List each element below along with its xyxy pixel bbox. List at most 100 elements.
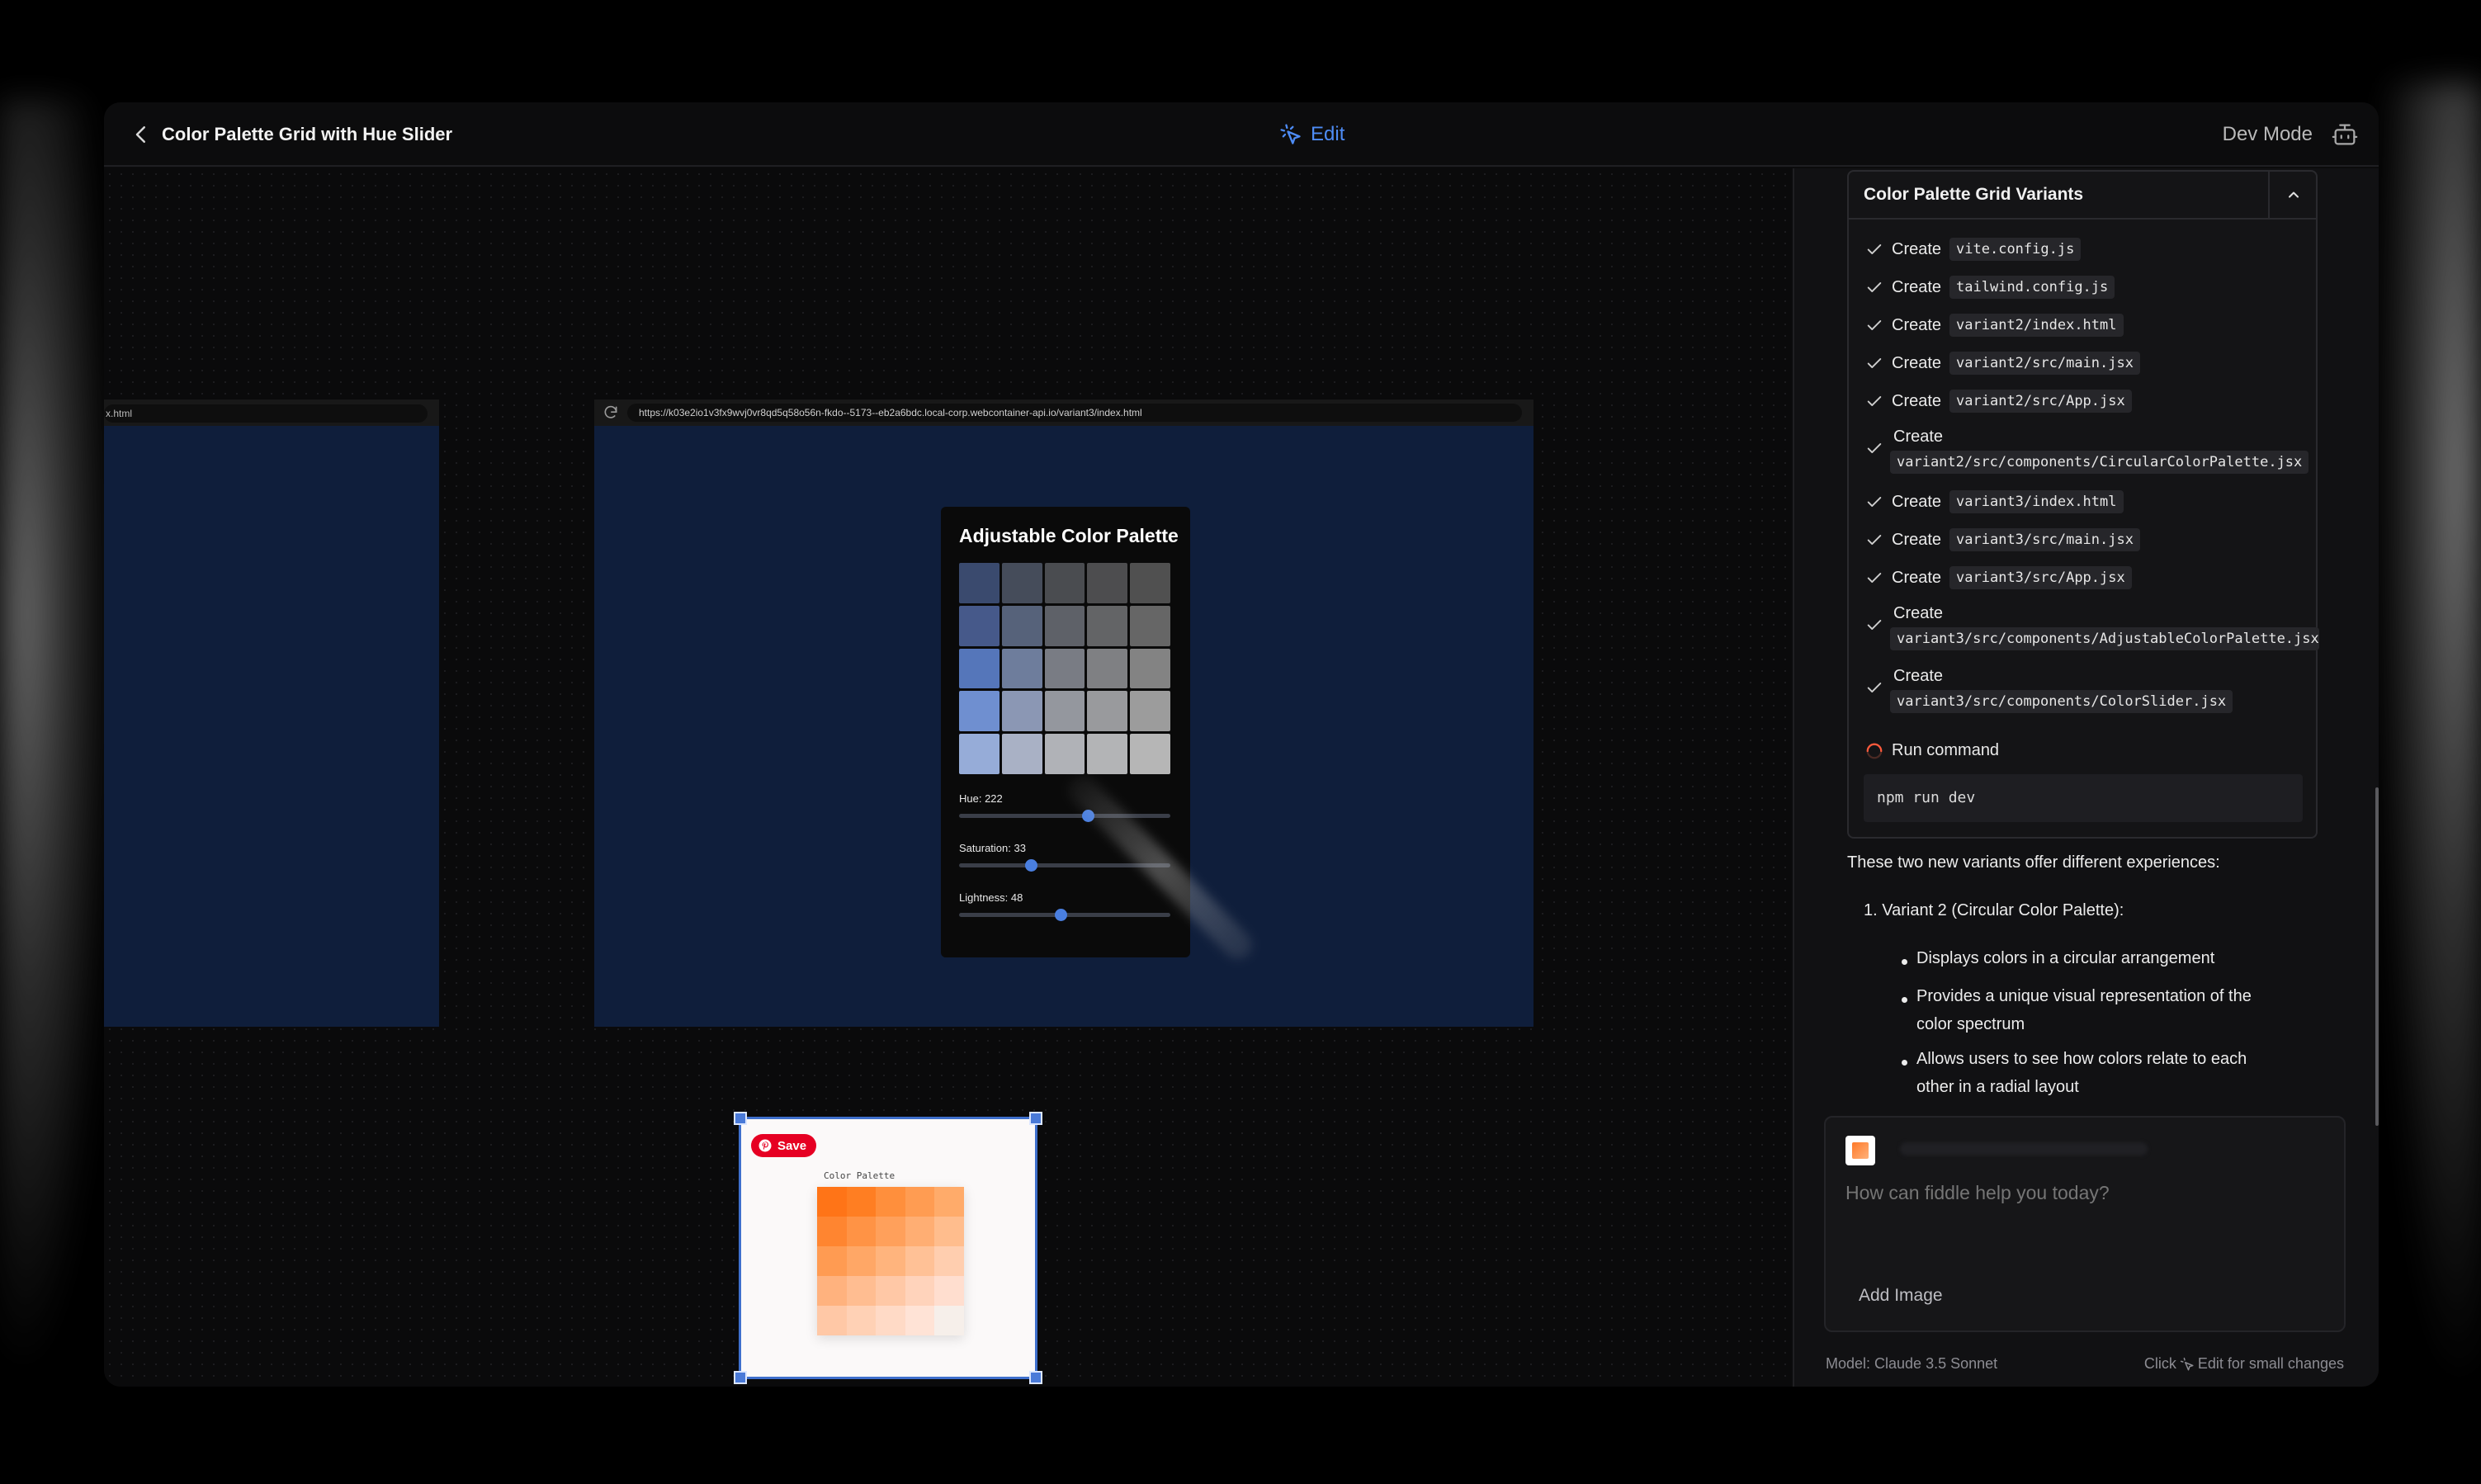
mini-color-swatch <box>934 1306 964 1335</box>
mini-palette-title: Color Palette <box>824 1170 896 1181</box>
mini-color-swatch <box>817 1187 847 1217</box>
check-icon <box>1867 573 1882 583</box>
color-swatch <box>1130 648 1170 689</box>
chat-panel: Color Palette Grid Variants Create vite.c… <box>1793 168 2379 1387</box>
url-field[interactable]: x.html <box>104 404 428 423</box>
step-file[interactable]: variant3/src/App.jsx <box>1949 566 2132 589</box>
resize-handle-top-left[interactable] <box>734 1112 747 1125</box>
panel-scrollbar[interactable] <box>2375 787 2379 1126</box>
color-swatch <box>1130 563 1170 603</box>
steps-header: Color Palette Grid Variants <box>1849 172 2316 220</box>
palette-title: Adjustable Color Palette <box>959 525 1179 546</box>
check-icon <box>1867 535 1882 545</box>
mini-color-swatch <box>846 1217 877 1246</box>
step-file[interactable]: variant3/src/components/ColorSlider.jsx <box>1890 690 2233 713</box>
mini-color-swatch <box>817 1246 847 1276</box>
preview-frame-variant-left[interactable]: x.html <box>104 399 439 1027</box>
step-file[interactable]: variant2/index.html <box>1949 314 2124 337</box>
color-swatch <box>1001 691 1042 732</box>
step-file[interactable]: variant3/src/components/AdjustableColorP… <box>1890 627 2319 650</box>
color-swatch <box>1130 734 1170 774</box>
bullet-2-line-1: Provides a unique visual representation … <box>1916 987 2252 1005</box>
mini-color-swatch <box>934 1187 964 1217</box>
preview-canvas[interactable]: x.html https://k03e2io1v3fx9wvj0vr8qd5q5… <box>104 168 1791 1387</box>
mini-color-swatch <box>934 1217 964 1246</box>
background-blur-right <box>2374 83 2481 1403</box>
step-item: Create variant2/src/main.jsx <box>1865 352 2140 375</box>
mini-color-swatch <box>905 1217 935 1246</box>
resize-handle-top-right[interactable] <box>1029 1112 1042 1125</box>
color-swatch <box>1001 563 1042 603</box>
robot-icon[interactable] <box>2331 121 2359 149</box>
saturation-slider-thumb[interactable] <box>1024 859 1037 872</box>
step-file[interactable]: variant3/index.html <box>1949 490 2124 513</box>
preview-frame-variant3[interactable]: https://k03e2io1v3fx9wvj0vr8qd5q58o56n-f… <box>594 399 1533 1027</box>
mini-color-swatch <box>934 1246 964 1276</box>
dev-mode-toggle[interactable]: Dev Mode <box>2223 121 2313 149</box>
step-verb: Create <box>1892 239 1942 258</box>
model-label: Model: Claude 3.5 Sonnet <box>1826 1355 1998 1372</box>
reload-icon[interactable] <box>603 404 619 421</box>
color-grid <box>959 563 1170 774</box>
step-verb: Create <box>1893 667 1944 685</box>
color-swatch <box>1001 605 1042 646</box>
bullet-2-line-2: color spectrum <box>1916 1015 2025 1033</box>
color-swatch <box>1044 605 1085 646</box>
color-swatch <box>1044 648 1085 689</box>
bullet-3-line-1: Allows users to see how colors relate to… <box>1916 1050 2247 1068</box>
chat-input[interactable] <box>1845 1182 2324 1204</box>
check-icon <box>1867 244 1882 254</box>
app-window: Color Palette Grid with Hue Slider Edit … <box>104 102 2379 1387</box>
lightness-slider[interactable] <box>959 909 1170 921</box>
collapse-button[interactable] <box>2268 172 2316 218</box>
mini-color-swatch <box>876 1306 905 1335</box>
color-swatch <box>1044 691 1085 732</box>
mini-color-swatch <box>905 1246 935 1276</box>
resize-handle-bottom-left[interactable] <box>734 1371 747 1384</box>
edit-button[interactable]: Edit <box>1279 119 1344 150</box>
step-item: Create variant3/src/components/ColorSlide… <box>1865 667 2319 716</box>
step-file[interactable]: variant2/src/components/CircularColorPal… <box>1890 451 2309 474</box>
step-item: Create variant2/index.html <box>1865 314 2124 337</box>
run-command-label: Run command <box>1892 741 2000 759</box>
bullet-dot <box>1902 1060 1907 1066</box>
step-item: Create variant3/index.html <box>1865 490 2124 513</box>
color-swatch <box>959 648 999 689</box>
chat-composer: Add Image <box>1824 1116 2346 1332</box>
step-verb: Create <box>1892 530 1942 549</box>
pinterest-save-button[interactable]: Save <box>751 1134 817 1157</box>
step-file[interactable]: variant2/src/App.jsx <box>1949 390 2132 413</box>
attachment-caption <box>1900 1142 2148 1156</box>
color-swatch <box>1087 605 1128 646</box>
step-file[interactable]: vite.config.js <box>1949 238 2082 261</box>
mini-color-swatch <box>846 1276 877 1306</box>
color-swatch <box>959 691 999 732</box>
adjustable-color-palette: Adjustable Color Palette Hue: 222 Satura… <box>941 507 1190 957</box>
page-title: Color Palette Grid with Hue Slider <box>162 124 453 144</box>
url-field[interactable]: https://k03e2io1v3fx9wvj0vr8qd5q58o56n-f… <box>627 404 1522 422</box>
bullet-dot <box>1902 997 1907 1003</box>
check-icon <box>1867 443 1882 453</box>
message-intro: These two new variants offer different e… <box>1847 853 2220 872</box>
step-file[interactable]: tailwind.config.js <box>1949 276 2115 299</box>
lightness-slider-thumb[interactable] <box>1054 909 1067 921</box>
mini-color-swatch <box>876 1217 905 1246</box>
image-icon <box>1852 1142 1869 1159</box>
hue-slider[interactable] <box>959 810 1170 822</box>
attached-image-thumbnail[interactable] <box>1845 1136 1875 1165</box>
check-icon <box>1867 282 1882 292</box>
step-item: Create vite.config.js <box>1865 238 2082 261</box>
steps-card: Color Palette Grid Variants Create vite.c… <box>1847 170 2319 839</box>
cursor-click-icon <box>1280 124 1301 144</box>
color-swatch <box>1087 691 1128 732</box>
step-file[interactable]: variant2/src/main.jsx <box>1949 352 2140 375</box>
chevron-left-icon[interactable] <box>129 122 154 147</box>
add-image-button[interactable]: Add Image <box>1859 1286 1943 1306</box>
resize-handle-bottom-right[interactable] <box>1029 1371 1042 1384</box>
mini-color-swatch <box>817 1217 847 1246</box>
check-icon <box>1867 358 1882 368</box>
mini-color-swatch <box>846 1246 877 1276</box>
bullet-dot <box>1902 959 1907 965</box>
dropped-image-card[interactable]: Save Color Palette <box>734 1112 1042 1384</box>
step-file[interactable]: variant3/src/main.jsx <box>1949 528 2140 551</box>
